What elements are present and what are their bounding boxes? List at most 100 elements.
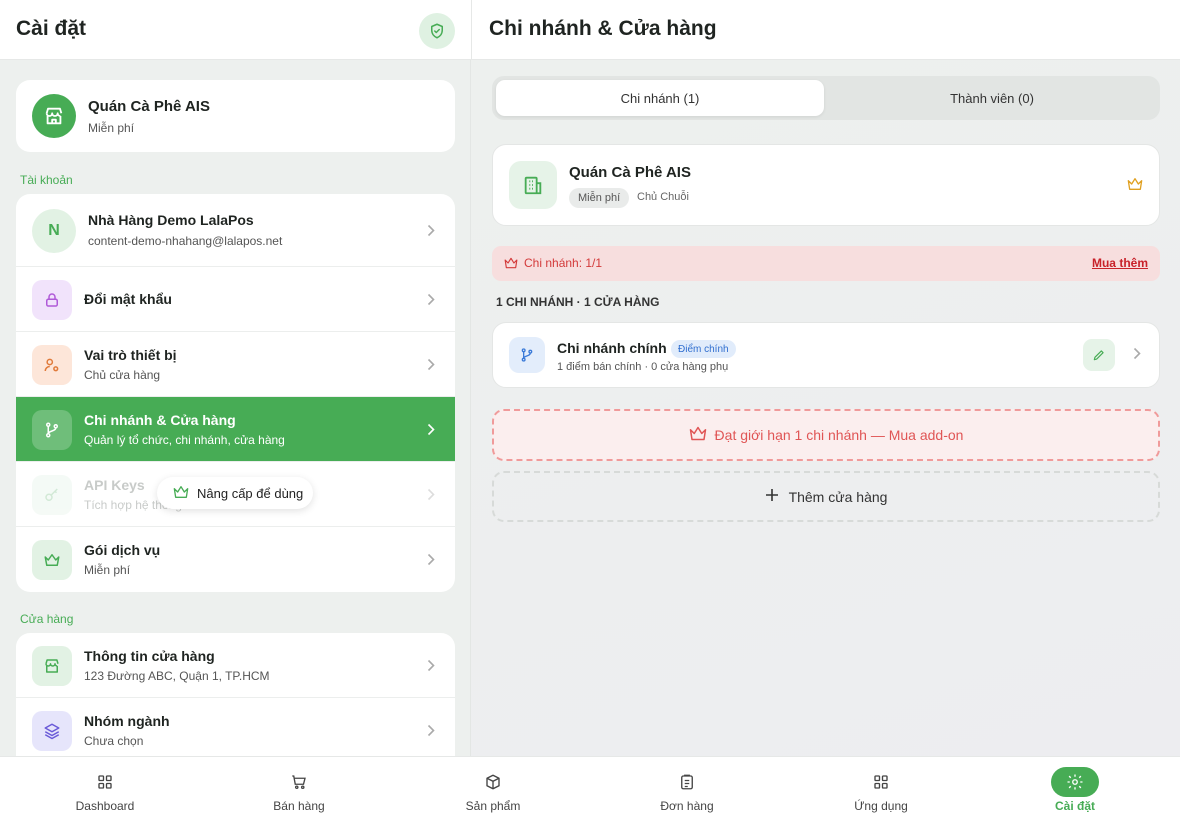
chevron-right-icon: [425, 721, 437, 739]
lock-icon: [32, 280, 72, 320]
chevron-right-icon: [425, 485, 437, 503]
sidebar-item-service-plan[interactable]: Gói dịch vụ Miễn phí: [16, 527, 455, 592]
chevron-right-icon: [425, 420, 437, 438]
nav-dashboard[interactable]: Dashboard: [7, 757, 203, 820]
sidebar-item-label: Nhóm ngành: [84, 713, 170, 729]
git-branch-icon: [32, 410, 72, 450]
chevron-right-icon: [425, 290, 437, 308]
main-point-badge: Điểm chính: [671, 340, 736, 358]
edit-branch-button[interactable]: [1083, 339, 1115, 371]
content-header: Chi nhánh & Cửa hàng: [471, 0, 1180, 60]
shield-check-icon[interactable]: [419, 13, 455, 49]
tab-bar: Chi nhánh (1) Thành viên (0): [492, 76, 1160, 120]
grid-icon: [81, 767, 129, 797]
branch-limit-text: Chi nhánh: 1/1: [524, 256, 603, 270]
box-icon: [469, 767, 517, 797]
tab-branches[interactable]: Chi nhánh (1): [496, 80, 824, 116]
key-icon: [32, 475, 72, 515]
chain-name: Quán Cà Phê AIS: [569, 164, 691, 181]
store-plan: Miễn phí: [88, 121, 135, 135]
account-name: Nhà Hàng Demo LalaPos: [88, 212, 254, 228]
nav-sales[interactable]: Bán hàng: [201, 757, 397, 820]
sidebar-item-label: Gói dịch vụ: [84, 542, 161, 558]
add-store-button[interactable]: Thêm cửa hàng: [492, 471, 1160, 522]
store-name: Quán Cà Phê AIS: [88, 98, 210, 115]
chain-card[interactable]: Quán Cà Phê AIS Miễn phí Chủ Chuỗi: [492, 144, 1160, 226]
section-label-store: Cửa hàng: [20, 612, 74, 626]
store-icon: [32, 94, 76, 138]
nav-label: Đơn hàng: [660, 799, 714, 813]
apps-icon: [857, 767, 905, 797]
chevron-right-icon: [1133, 347, 1141, 365]
sidebar-item-label: API Keys: [84, 477, 145, 493]
page-title: Cài đặt: [16, 17, 87, 40]
bottom-nav: Dashboard Bán hàng Sản phẩm Đơn hàng Ứng…: [0, 756, 1180, 820]
store-icon: [32, 646, 72, 686]
section-label-account: Tài khoản: [20, 173, 73, 187]
sidebar-item-device-role[interactable]: Vai trò thiết bị Chủ cửa hàng: [16, 332, 455, 397]
nav-label: Cài đặt: [1054, 799, 1095, 813]
nav-apps[interactable]: Ứng dụng: [783, 757, 979, 820]
crown-icon: [1127, 177, 1143, 196]
plus-icon: [765, 488, 779, 505]
store-card[interactable]: Quán Cà Phê AIS Miễn phí: [16, 80, 455, 152]
crown-icon: [32, 540, 72, 580]
sidebar-item-label: Đổi mật khẩu: [84, 291, 172, 307]
settings-header: Cài đặt: [0, 0, 471, 60]
tab-members[interactable]: Thành viên (0): [828, 80, 1156, 116]
clipboard-icon: [663, 767, 711, 797]
sidebar-item-sub: Chưa chọn: [84, 734, 144, 748]
branch-card-main[interactable]: Chi nhánh chính Điểm chính 1 điểm bán ch…: [492, 322, 1160, 388]
add-store-label: Thêm cửa hàng: [788, 488, 888, 505]
gear-icon: [1051, 767, 1099, 797]
chain-role: Chủ Chuỗi: [637, 191, 689, 203]
nav-orders[interactable]: Đơn hàng: [589, 757, 785, 820]
buy-more-link[interactable]: Mua thêm: [1092, 256, 1148, 270]
nav-settings[interactable]: Cài đặt: [977, 757, 1173, 820]
nav-label: Dashboard: [75, 799, 135, 813]
cart-icon: [275, 767, 323, 797]
nav-label: Ứng dụng: [854, 799, 908, 813]
branch-sub: 1 điểm bán chính · 0 cửa hàng phụ: [557, 361, 729, 373]
sidebar-item-label: Vai trò thiết bị: [84, 347, 177, 363]
nav-label: Sản phẩm: [465, 799, 521, 813]
plan-badge: Miễn phí: [569, 188, 630, 208]
sidebar-item-label: Chi nhánh & Cửa hàng: [84, 412, 236, 428]
branch-count-label: 1 CHI NHÁNH · 1 CỬA HÀNG: [496, 295, 660, 309]
upgrade-label: Nâng cấp để dùng: [197, 485, 304, 501]
sidebar-item-label: Thông tin cửa hàng: [84, 648, 215, 664]
nav-products[interactable]: Sản phẩm: [395, 757, 591, 820]
buy-addon-button[interactable]: Đạt giới hạn 1 chi nhánh — Mua add-on: [492, 409, 1160, 461]
sidebar-item-sub: Chủ cửa hàng: [84, 368, 161, 382]
user-gear-icon: [32, 345, 72, 385]
upgrade-pill[interactable]: Nâng cấp để dùng: [157, 477, 313, 509]
avatar: N: [32, 209, 76, 253]
layers-icon: [32, 711, 72, 751]
sidebar-item-sub: Miễn phí: [84, 563, 131, 577]
branches-content: Chi nhánh (1) Thành viên (0) Quán Cà Phê…: [471, 60, 1180, 756]
chevron-right-icon: [425, 656, 437, 674]
sidebar-item-change-password[interactable]: Đổi mật khẩu: [16, 267, 455, 332]
chevron-right-icon: [425, 221, 437, 239]
sidebar-item-store-info[interactable]: Thông tin cửa hàng 123 Đường ABC, Quận 1…: [16, 633, 455, 698]
crown-icon: [504, 256, 518, 274]
store-list: Thông tin cửa hàng 123 Đường ABC, Quận 1…: [16, 633, 455, 756]
sidebar-item-industry[interactable]: Nhóm ngành Chưa chọn: [16, 698, 455, 756]
sidebar-item-branches[interactable]: Chi nhánh & Cửa hàng Quản lý tổ chức, ch…: [16, 397, 455, 462]
account-profile-item[interactable]: N Nhà Hàng Demo LalaPos content-demo-nha…: [16, 194, 455, 267]
chevron-right-icon: [425, 355, 437, 373]
crown-icon: [689, 426, 707, 444]
sidebar-item-sub: Quản lý tổ chức, chi nhánh, cửa hàng: [84, 433, 285, 447]
account-list: N Nhà Hàng Demo LalaPos content-demo-nha…: [16, 194, 455, 592]
content-title: Chi nhánh & Cửa hàng: [489, 17, 717, 40]
git-branch-icon: [509, 337, 545, 373]
nav-label: Bán hàng: [273, 799, 325, 813]
account-email: content-demo-nhahang@lalapos.net: [88, 234, 283, 248]
branch-name: Chi nhánh chính: [557, 340, 667, 356]
building-icon: [509, 161, 557, 209]
crown-icon: [173, 485, 189, 502]
settings-sidebar: Quán Cà Phê AIS Miễn phí Tài khoản N Nhà…: [0, 60, 471, 756]
branch-limit-bar: Chi nhánh: 1/1 Mua thêm: [492, 246, 1160, 281]
addon-label: Đạt giới hạn 1 chi nhánh — Mua add-on: [714, 427, 964, 443]
chevron-right-icon: [425, 550, 437, 568]
